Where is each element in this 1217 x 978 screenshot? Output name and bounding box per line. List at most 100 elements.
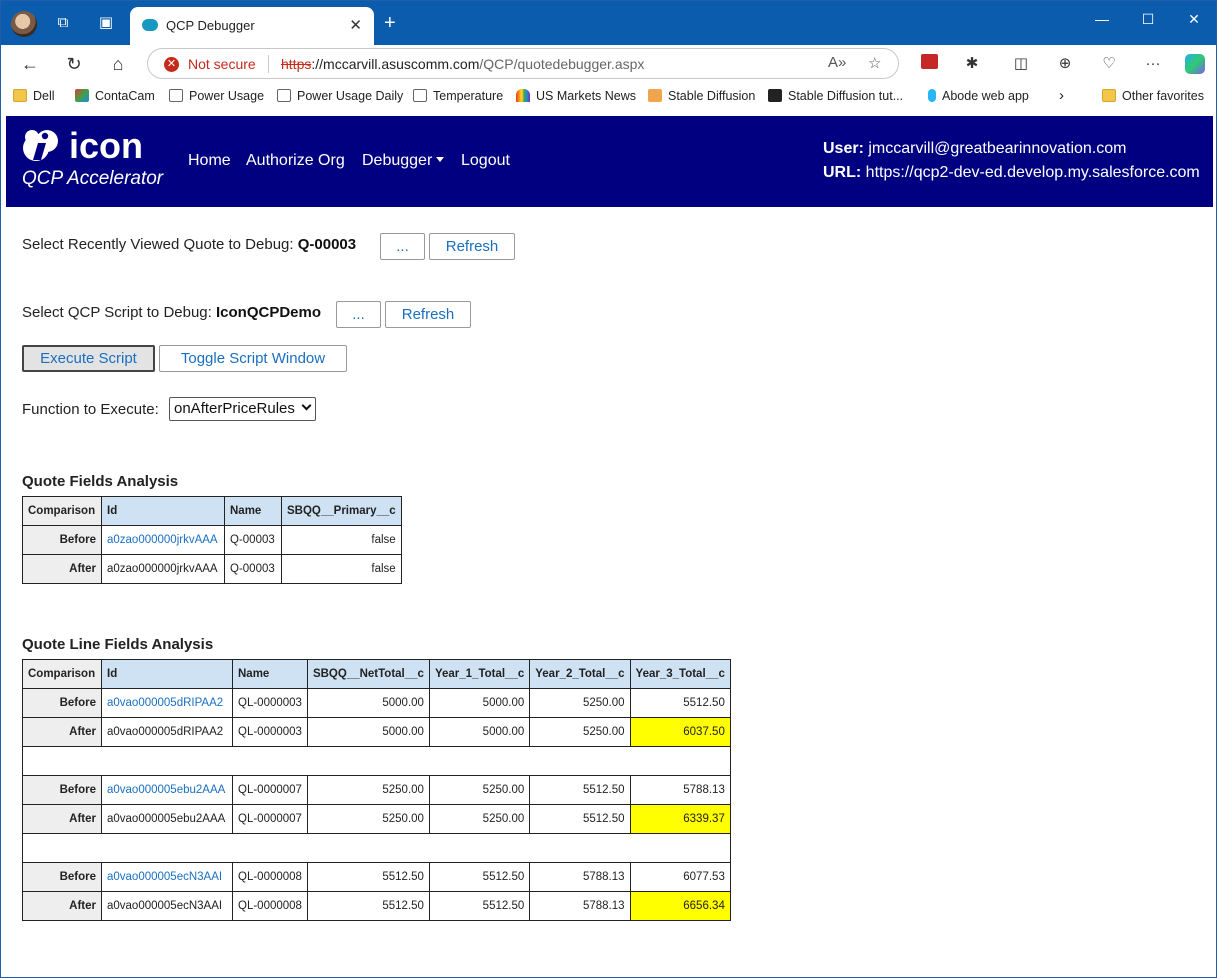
comparison-cell: After [22, 804, 102, 834]
caret-down-icon [436, 157, 445, 162]
tab-title: QCP Debugger [166, 18, 255, 33]
comparison-cell: Before [22, 525, 102, 555]
settings-more-icon[interactable]: ··· [1142, 54, 1164, 74]
extension-red-icon[interactable] [918, 54, 940, 74]
table-cell: 5788.13 [629, 775, 731, 805]
maximize-icon[interactable]: ☐ [1125, 11, 1171, 28]
table-cell: QL-0000003 [232, 688, 308, 718]
table-cell: QL-0000008 [232, 862, 308, 892]
table-cell: false [281, 525, 402, 555]
comparison-cell: Before [22, 862, 102, 892]
favorite-stable-diffusion-tut[interactable]: Stable Diffusion tut... [768, 89, 903, 103]
column-header: Comparison [22, 496, 102, 526]
chevron-down-icon [301, 400, 312, 411]
favorites-overflow-chevron-icon[interactable]: › [1059, 87, 1064, 104]
favorite-other-favorites[interactable]: Other favorites [1102, 89, 1204, 103]
url-text[interactable]: https://mccarvill.asuscomm.com/QCP/quote… [281, 56, 644, 72]
tab-qcp-debugger[interactable]: QCP Debugger ✕ [130, 7, 374, 45]
not-secure-icon: ✕ [164, 57, 179, 72]
read-aloud-icon[interactable]: A» [828, 54, 846, 71]
favorite-power-usage[interactable]: Power Usage [169, 89, 264, 103]
divider [268, 55, 269, 73]
logo-wordmark: icon [69, 125, 144, 166]
favorite-us-markets-news[interactable]: US Markets News [516, 89, 636, 103]
record-id-link[interactable]: a0zao000000jrkvAAA [101, 525, 225, 555]
column-header: Id [101, 659, 233, 689]
quote-line-fields-table: Comparison Id Name SBQQ__NetTotal__c Year_1_… [22, 659, 731, 921]
table-row: After a0zao000000jrkvAAA Q-00003 false [22, 554, 402, 584]
function-select[interactable]: onAfterPriceRules [169, 397, 316, 421]
new-tab-icon[interactable]: + [384, 12, 396, 35]
table-row: Before a0vao000005ebu2AAA QL-0000007 5250.0… [22, 775, 731, 805]
record-id-link[interactable]: a0vao000005dRIPAA2 [101, 688, 233, 718]
workspaces-icon[interactable]: ⧉ [53, 13, 73, 33]
nav-authorize-org[interactable]: Authorize Org [246, 152, 345, 170]
nav-debugger[interactable]: Debugger [362, 152, 445, 170]
execute-script-button[interactable]: Execute Script [22, 345, 155, 372]
favorite-abode-web-app[interactable]: Abode web app [928, 89, 1029, 103]
favorite-stable-diffusion[interactable]: Stable Diffusion [648, 89, 755, 103]
nav-home[interactable]: Home [188, 152, 231, 170]
minimize-icon[interactable]: — [1079, 11, 1125, 27]
table-cell: a0vao000005dRIPAA2 [101, 717, 233, 747]
profile-avatar[interactable] [11, 11, 37, 37]
tab-actions-icon[interactable]: ▣ [96, 13, 116, 33]
table-cell: a0zao000000jrkvAAA [101, 554, 225, 584]
quote-line-fields-title: Quote Line Fields Analysis [22, 636, 214, 653]
table-cell: 5250.00 [529, 688, 631, 718]
column-header: Name [224, 496, 282, 526]
copilot-icon[interactable] [1184, 54, 1206, 74]
table-row: After a0vao000005ebu2AAA QL-0000007 5250.00… [22, 804, 731, 834]
table-cell: 5788.13 [529, 862, 631, 892]
comparison-cell: After [22, 717, 102, 747]
table-cell: Q-00003 [224, 525, 282, 555]
favorite-contacam[interactable]: ContaCam [75, 89, 155, 103]
browser-window: ⧉ ▣ QCP Debugger ✕ + — ☐ ✕ ← ↻ ⌂ ✕ Not s… [0, 0, 1217, 978]
security-status[interactable]: Not secure [188, 56, 256, 72]
toggle-script-window-button[interactable]: Toggle Script Window [159, 345, 347, 372]
column-header: Year_1_Total__c [428, 659, 531, 689]
home-icon[interactable]: ⌂ [106, 53, 130, 75]
selected-script: IconQCPDemo [216, 304, 322, 321]
page-icon [413, 89, 427, 102]
table-row: Before a0zao000000jrkvAAA Q-00003 false [22, 525, 402, 555]
address-bar[interactable]: ✕ Not secure https://mccarvill.asuscomm.… [147, 48, 899, 79]
browse-quote-button[interactable]: ... [380, 233, 425, 260]
favorite-dell[interactable]: Dell [13, 89, 55, 103]
table-row: Before a0vao000005dRIPAA2 QL-0000003 5000.0… [22, 688, 731, 718]
favorite-temperature[interactable]: Temperature [413, 89, 503, 103]
close-tab-icon[interactable]: ✕ [349, 16, 362, 34]
quote-fields-title: Quote Fields Analysis [22, 473, 179, 490]
abode-icon [928, 89, 936, 102]
nbc-peacock-icon [516, 89, 530, 102]
refresh-quotes-button[interactable]: Refresh [429, 233, 515, 260]
favorite-star-icon[interactable]: ☆ [868, 54, 881, 72]
record-id-link[interactable]: a0vao000005ebu2AAA [101, 775, 233, 805]
folder-icon [1102, 89, 1116, 102]
quote-prompt: Select Recently Viewed Quote to Debug: [22, 236, 294, 253]
tutorial-site-icon [768, 89, 782, 102]
table-cell: 5000.00 [306, 717, 430, 747]
record-id-link[interactable]: a0vao000005ecN3AAI [101, 862, 233, 892]
nav-logout[interactable]: Logout [461, 152, 510, 170]
refresh-scripts-button[interactable]: Refresh [385, 301, 471, 328]
browser-essentials-icon[interactable]: ♡ [1098, 54, 1120, 74]
page-icon [277, 89, 291, 102]
favorite-power-usage-daily[interactable]: Power Usage Daily [277, 89, 403, 103]
column-header: Id [101, 496, 225, 526]
collections-icon[interactable]: ⊕ [1054, 54, 1076, 74]
refresh-icon[interactable]: ↻ [62, 53, 86, 75]
changed-value-cell: 6656.34 [629, 891, 731, 921]
split-screen-icon[interactable]: ◫ [1010, 54, 1032, 74]
page-icon [169, 89, 183, 102]
nav-debugger-label: Debugger [362, 152, 433, 169]
favorites-bar: Dell ContaCam Power Usage Power Usage Da… [1, 83, 1216, 113]
extensions-icon[interactable]: ✱ [961, 54, 983, 74]
back-icon[interactable]: ← [18, 53, 42, 75]
browse-script-button[interactable]: ... [336, 301, 381, 328]
address-row: ← ↻ ⌂ ✕ Not secure https://mccarvill.asu… [1, 45, 1216, 83]
comparison-cell: After [22, 554, 102, 584]
group-separator-row [22, 746, 731, 776]
close-window-icon[interactable]: ✕ [1171, 11, 1216, 28]
table-cell: Q-00003 [224, 554, 282, 584]
